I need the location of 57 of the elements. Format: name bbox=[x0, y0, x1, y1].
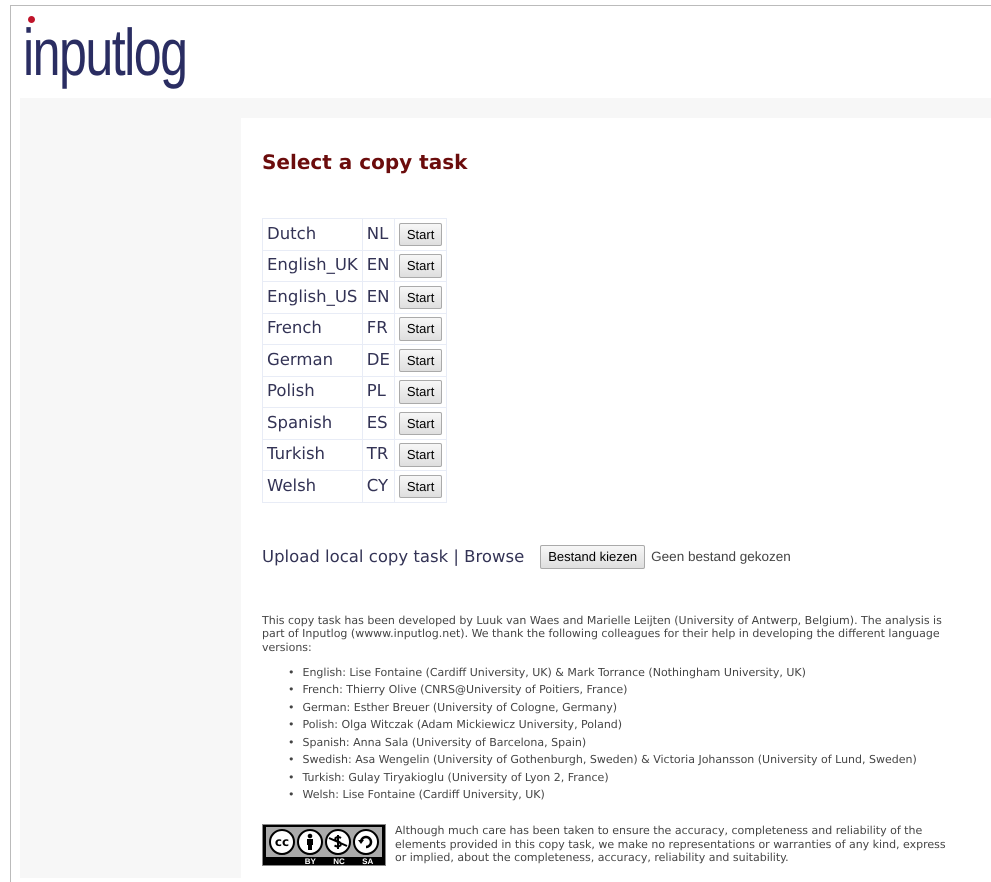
credit-item: Swedish: Asa Wengelin (University of Gothenburgh, Sweden) & Victoria Johansson (University of Lund, Sweden) bbox=[302, 752, 917, 768]
start-button[interactable]: Start bbox=[398, 254, 442, 278]
language-cell: Turkish bbox=[262, 439, 362, 470]
choose-file-button[interactable]: Bestand kiezen bbox=[540, 545, 646, 569]
language-cell: German bbox=[262, 344, 362, 376]
person-icon bbox=[297, 828, 323, 855]
language-cell: Spanish bbox=[262, 408, 362, 439]
code-cell: EN bbox=[362, 282, 394, 313]
start-button[interactable]: Start bbox=[398, 348, 442, 372]
credit-item: Spanish: Anna Sala (University of Barcelona, Spain) bbox=[302, 734, 586, 751]
credit-item: Polish: Olga Witczak (Adam Mickiewicz University, Poland) bbox=[302, 717, 622, 734]
disclaimer-paragraph: Although much care has been taken to ensure the accuracy, completeness and reliability of the elements provided in this copy task, we make no representations or warranties of any kind, express or implied, about the completeness, accuracy, reliability and suitability. bbox=[395, 824, 947, 866]
bullet: • bbox=[288, 752, 294, 768]
code-cell: FR bbox=[362, 313, 394, 344]
bullet: • bbox=[288, 734, 294, 751]
credit-item: French: Thierry Olive (CNRS@University of Poitiers, France) bbox=[302, 682, 628, 698]
upload-label: Upload local copy task | Browse bbox=[262, 546, 524, 568]
language-cell: Dutch bbox=[262, 218, 362, 250]
credit-item: Welsh: Lise Fontaine (Cardiff University, UK) bbox=[302, 787, 545, 804]
code-cell: CY bbox=[362, 470, 394, 502]
license-term: NC bbox=[333, 856, 345, 866]
code-cell: EN bbox=[362, 250, 394, 282]
start-button[interactable]: Start bbox=[398, 286, 442, 310]
start-button[interactable]: Start bbox=[398, 222, 442, 246]
credit-item: German: Esther Breuer (University of Cologne, Germany) bbox=[302, 700, 617, 716]
credit-item: English: Lise Fontaine (Cardiff University, UK) & Mark Torrance (Nothingham University, UK) bbox=[302, 664, 806, 681]
start-button[interactable]: Start bbox=[398, 412, 442, 436]
cc-label: cc bbox=[269, 828, 295, 855]
page-title: Select a copy task bbox=[262, 150, 469, 174]
bullet: • bbox=[288, 664, 294, 681]
logo-dot-icon bbox=[28, 16, 35, 23]
license-term: SA bbox=[362, 856, 374, 866]
code-cell: NL bbox=[362, 218, 394, 250]
language-cell: Polish bbox=[262, 376, 362, 408]
license-term: BY bbox=[304, 856, 316, 866]
code-cell: TR bbox=[362, 439, 394, 470]
language-cell: English_US bbox=[262, 282, 362, 313]
file-status: Geen bestand gekozen bbox=[651, 548, 791, 566]
share-alike-icon bbox=[353, 828, 379, 855]
bullet: • bbox=[288, 787, 294, 804]
code-cell: DE bbox=[362, 344, 394, 376]
no-dollar-icon bbox=[325, 828, 351, 855]
code-cell: PL bbox=[362, 376, 394, 408]
language-cell: English_UK bbox=[262, 250, 362, 282]
bullet: • bbox=[288, 700, 294, 716]
intro-paragraph: This copy task has been developed by Luuk van Waes and Marielle Leijten (University of Antwerp, Belgium). The analysis is part of Inputlog (wwww.inputlog.net). We thank the following colleagues for their help in developing the different language versions: bbox=[262, 614, 943, 654]
start-button[interactable]: Start bbox=[398, 317, 442, 341]
bullet: • bbox=[288, 717, 294, 734]
language-cell: French bbox=[262, 313, 362, 344]
code-cell: ES bbox=[362, 408, 394, 439]
language-cell: Welsh bbox=[262, 470, 362, 502]
start-button[interactable]: Start bbox=[398, 474, 442, 498]
bullet: • bbox=[288, 682, 294, 698]
start-button[interactable]: Start bbox=[398, 443, 442, 467]
bullet: • bbox=[288, 770, 294, 786]
start-button[interactable]: Start bbox=[398, 380, 442, 404]
credit-item: Turkish: Gulay Tiryakioglu (University of Lyon 2, France) bbox=[302, 770, 609, 786]
